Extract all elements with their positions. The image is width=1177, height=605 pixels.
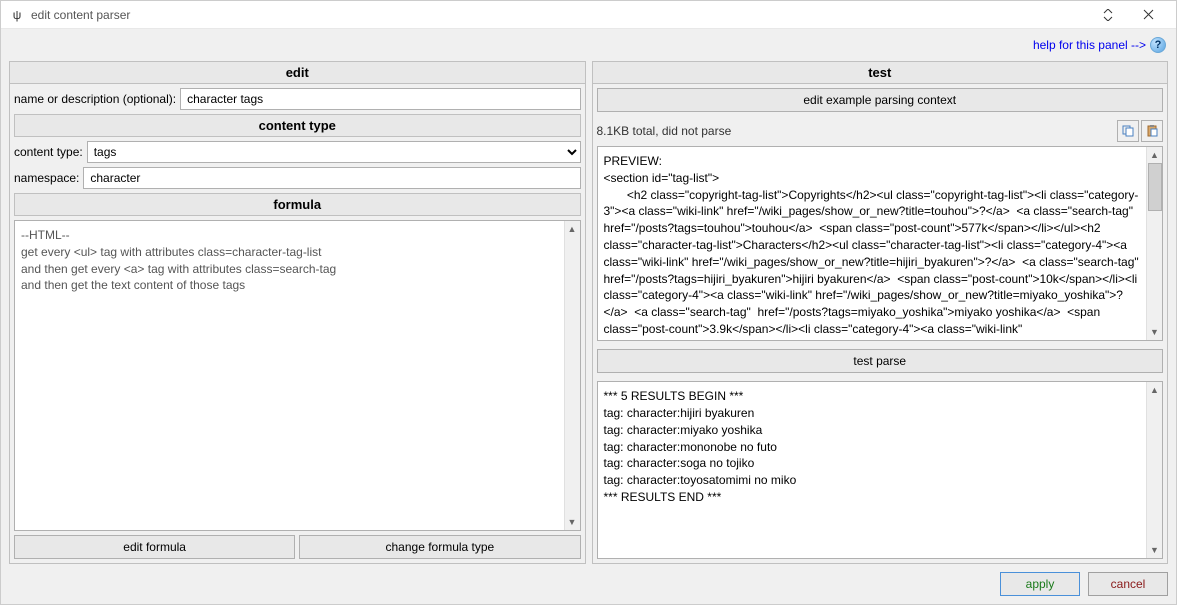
apply-button[interactable]: apply — [1000, 572, 1080, 596]
app-body: help for this panel --> ? edit name or d… — [1, 29, 1176, 604]
restore-down-icon[interactable] — [1088, 5, 1128, 25]
status-row: 8.1KB total, did not parse — [593, 116, 1168, 142]
formula-textarea[interactable] — [15, 221, 564, 530]
namespace-label: namespace: — [14, 171, 79, 185]
paste-icon — [1145, 124, 1159, 138]
results-scrollbar[interactable]: ▲ ▼ — [1146, 382, 1162, 558]
namespace-input[interactable] — [83, 167, 580, 189]
preview-textarea[interactable] — [598, 147, 1147, 340]
scroll-down-icon[interactable]: ▼ — [1147, 542, 1162, 558]
scroll-up-icon[interactable]: ▲ — [565, 221, 580, 237]
name-label: name or description (optional): — [14, 92, 176, 106]
close-icon[interactable] — [1128, 5, 1168, 25]
content-type-select[interactable]: tags — [87, 141, 581, 163]
change-formula-type-button[interactable]: change formula type — [299, 535, 580, 559]
content-type-row: content type: tags — [10, 137, 585, 163]
formula-buttons: edit formula change formula type — [10, 535, 585, 563]
results-box: ▲ ▼ — [597, 381, 1164, 559]
scroll-up-icon[interactable]: ▲ — [1147, 147, 1162, 163]
preview-scrollbar[interactable]: ▲ ▼ — [1146, 147, 1162, 340]
help-row: help for this panel --> ? — [9, 35, 1168, 55]
edit-example-context-button[interactable]: edit example parsing context — [597, 88, 1164, 112]
test-panel-title: test — [593, 62, 1168, 84]
edit-panel-title: edit — [10, 62, 585, 84]
paste-button[interactable] — [1141, 120, 1163, 142]
edit-panel: edit name or description (optional): con… — [9, 61, 586, 564]
results-textarea[interactable] — [598, 382, 1147, 558]
scroll-down-icon[interactable]: ▼ — [1147, 324, 1162, 340]
name-input[interactable] — [180, 88, 580, 110]
scroll-up-icon[interactable]: ▲ — [1147, 382, 1162, 398]
copy-icon — [1121, 124, 1135, 138]
copy-button[interactable] — [1117, 120, 1139, 142]
preview-box: ▲ ▼ — [597, 146, 1164, 341]
main-split: edit name or description (optional): con… — [9, 61, 1168, 564]
formula-scrollbar[interactable]: ▲ ▼ — [564, 221, 580, 530]
content-type-header: content type — [14, 114, 581, 137]
help-icon[interactable]: ? — [1150, 37, 1166, 53]
namespace-row: namespace: — [10, 163, 585, 189]
window-title: edit content parser — [31, 8, 130, 22]
formula-header: formula — [14, 193, 581, 216]
titlebar: ψ edit content parser — [1, 1, 1176, 29]
formula-box: ▲ ▼ — [14, 220, 581, 531]
test-panel: test edit example parsing context 8.1KB … — [592, 61, 1169, 564]
parse-status: 8.1KB total, did not parse — [597, 124, 1116, 138]
test-parse-button[interactable]: test parse — [597, 349, 1164, 373]
name-row: name or description (optional): — [10, 84, 585, 110]
dialog-footer: apply cancel — [9, 570, 1168, 596]
scroll-down-icon[interactable]: ▼ — [565, 514, 580, 530]
app-icon: ψ — [9, 7, 25, 23]
scroll-thumb[interactable] — [1148, 163, 1162, 211]
cancel-button[interactable]: cancel — [1088, 572, 1168, 596]
edit-formula-button[interactable]: edit formula — [14, 535, 295, 559]
dialog-window: ψ edit content parser help for this pane… — [0, 0, 1177, 605]
help-link[interactable]: help for this panel --> — [1033, 38, 1146, 52]
content-type-label: content type: — [14, 145, 83, 159]
